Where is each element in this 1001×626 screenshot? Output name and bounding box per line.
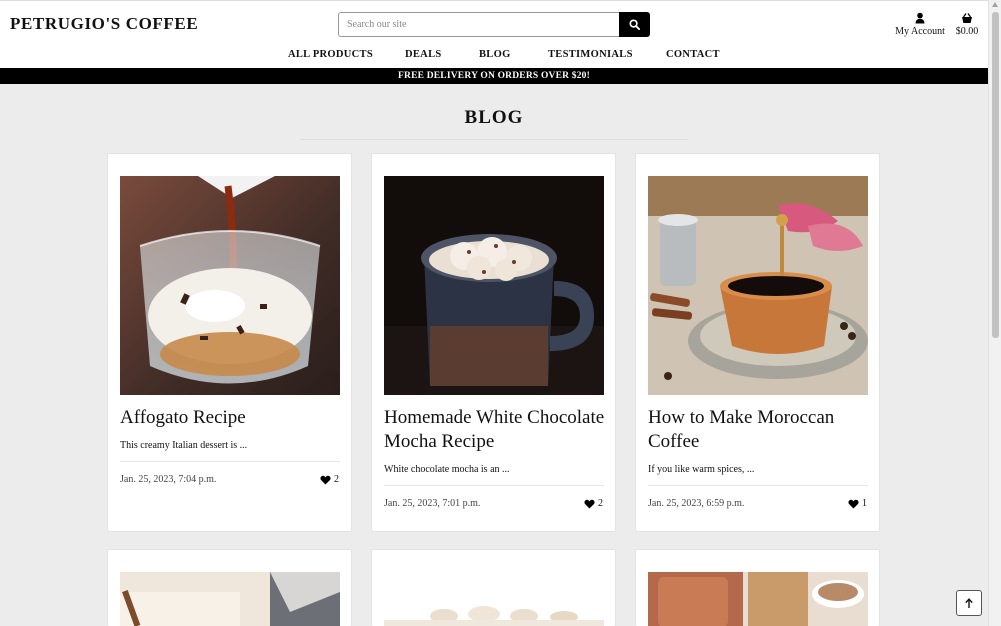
main-nav: ALL PRODUCTS DEALS BLOG TESTIMONIALS CON… (0, 49, 988, 63)
post-excerpt: White chocolate mocha is an ... (384, 464, 510, 475)
page-scrollbar[interactable] (988, 0, 1001, 626)
title-divider (300, 139, 688, 140)
bag-total: $0.00 (955, 26, 979, 37)
card-divider (384, 485, 604, 486)
brand-logo[interactable]: PETRUGIO'S COFFEE (10, 14, 198, 34)
search-button[interactable] (619, 12, 650, 37)
blog-card[interactable] (107, 549, 352, 626)
nav-all-products[interactable]: ALL PRODUCTS (288, 49, 373, 60)
post-image[interactable] (120, 572, 340, 626)
like-count-value: 2 (334, 474, 339, 485)
post-date: Jan. 25, 2023, 7:01 p.m. (384, 498, 481, 509)
post-image-affogato[interactable] (120, 176, 340, 395)
heart-icon (320, 475, 331, 485)
my-account-label: My Account (895, 26, 945, 37)
blog-card[interactable] (371, 549, 616, 626)
card-divider (648, 485, 868, 486)
post-image-white-mocha[interactable] (384, 176, 604, 395)
post-title[interactable]: Affogato Recipe (120, 406, 342, 430)
like-count[interactable]: 2 (320, 474, 339, 485)
post-date: Jan. 25, 2023, 7:04 p.m. (120, 474, 217, 485)
scroll-up-arrow-icon[interactable] (992, 2, 998, 7)
like-count-value: 2 (598, 498, 603, 509)
site-header: PETRUGIO'S COFFEE My Account $0.00 ALL P… (0, 0, 988, 68)
shopping-bag-link[interactable]: $0.00 (953, 12, 981, 37)
blog-card[interactable]: How to Make Moroccan Coffee If you like … (635, 153, 880, 532)
like-count[interactable]: 2 (584, 498, 603, 509)
post-title[interactable]: How to Make Moroccan Coffee (648, 406, 870, 454)
post-date: Jan. 25, 2023, 6:59 p.m. (648, 498, 745, 509)
delivery-banner: FREE DELIVERY ON ORDERS OVER $20! (0, 68, 988, 84)
post-image-moroccan-coffee[interactable] (648, 176, 868, 395)
nav-deals[interactable]: DEALS (405, 49, 442, 60)
search-form (338, 12, 650, 37)
user-icon (915, 12, 925, 24)
scrollbar-thumb[interactable] (992, 12, 999, 338)
nav-contact[interactable]: CONTACT (666, 49, 720, 60)
post-image[interactable] (384, 572, 604, 626)
search-input[interactable] (338, 12, 619, 37)
blog-card[interactable] (635, 549, 880, 626)
blog-card[interactable]: Homemade White Chocolate Mocha Recipe Wh… (371, 153, 616, 532)
post-excerpt: If you like warm spices, ... (648, 464, 755, 475)
heart-icon (584, 499, 595, 509)
card-divider (120, 461, 340, 462)
page-title: BLOG (464, 107, 524, 128)
my-account-link[interactable]: My Account (893, 12, 947, 37)
back-to-top-button[interactable] (956, 590, 982, 616)
blog-card[interactable]: Affogato Recipe This creamy Italian dess… (107, 153, 352, 532)
nav-testimonials[interactable]: TESTIMONIALS (548, 49, 633, 60)
post-excerpt: This creamy Italian dessert is ... (120, 440, 248, 451)
like-count[interactable]: 1 (848, 498, 867, 509)
post-title[interactable]: Homemade White Chocolate Mocha Recipe (384, 406, 606, 454)
like-count-value: 1 (862, 498, 867, 509)
arrow-up-icon (965, 597, 973, 608)
nav-blog[interactable]: BLOG (479, 49, 511, 60)
heart-icon (848, 499, 859, 509)
shopping-basket-icon (962, 13, 972, 23)
search-icon (629, 19, 640, 30)
post-image[interactable] (648, 572, 868, 626)
